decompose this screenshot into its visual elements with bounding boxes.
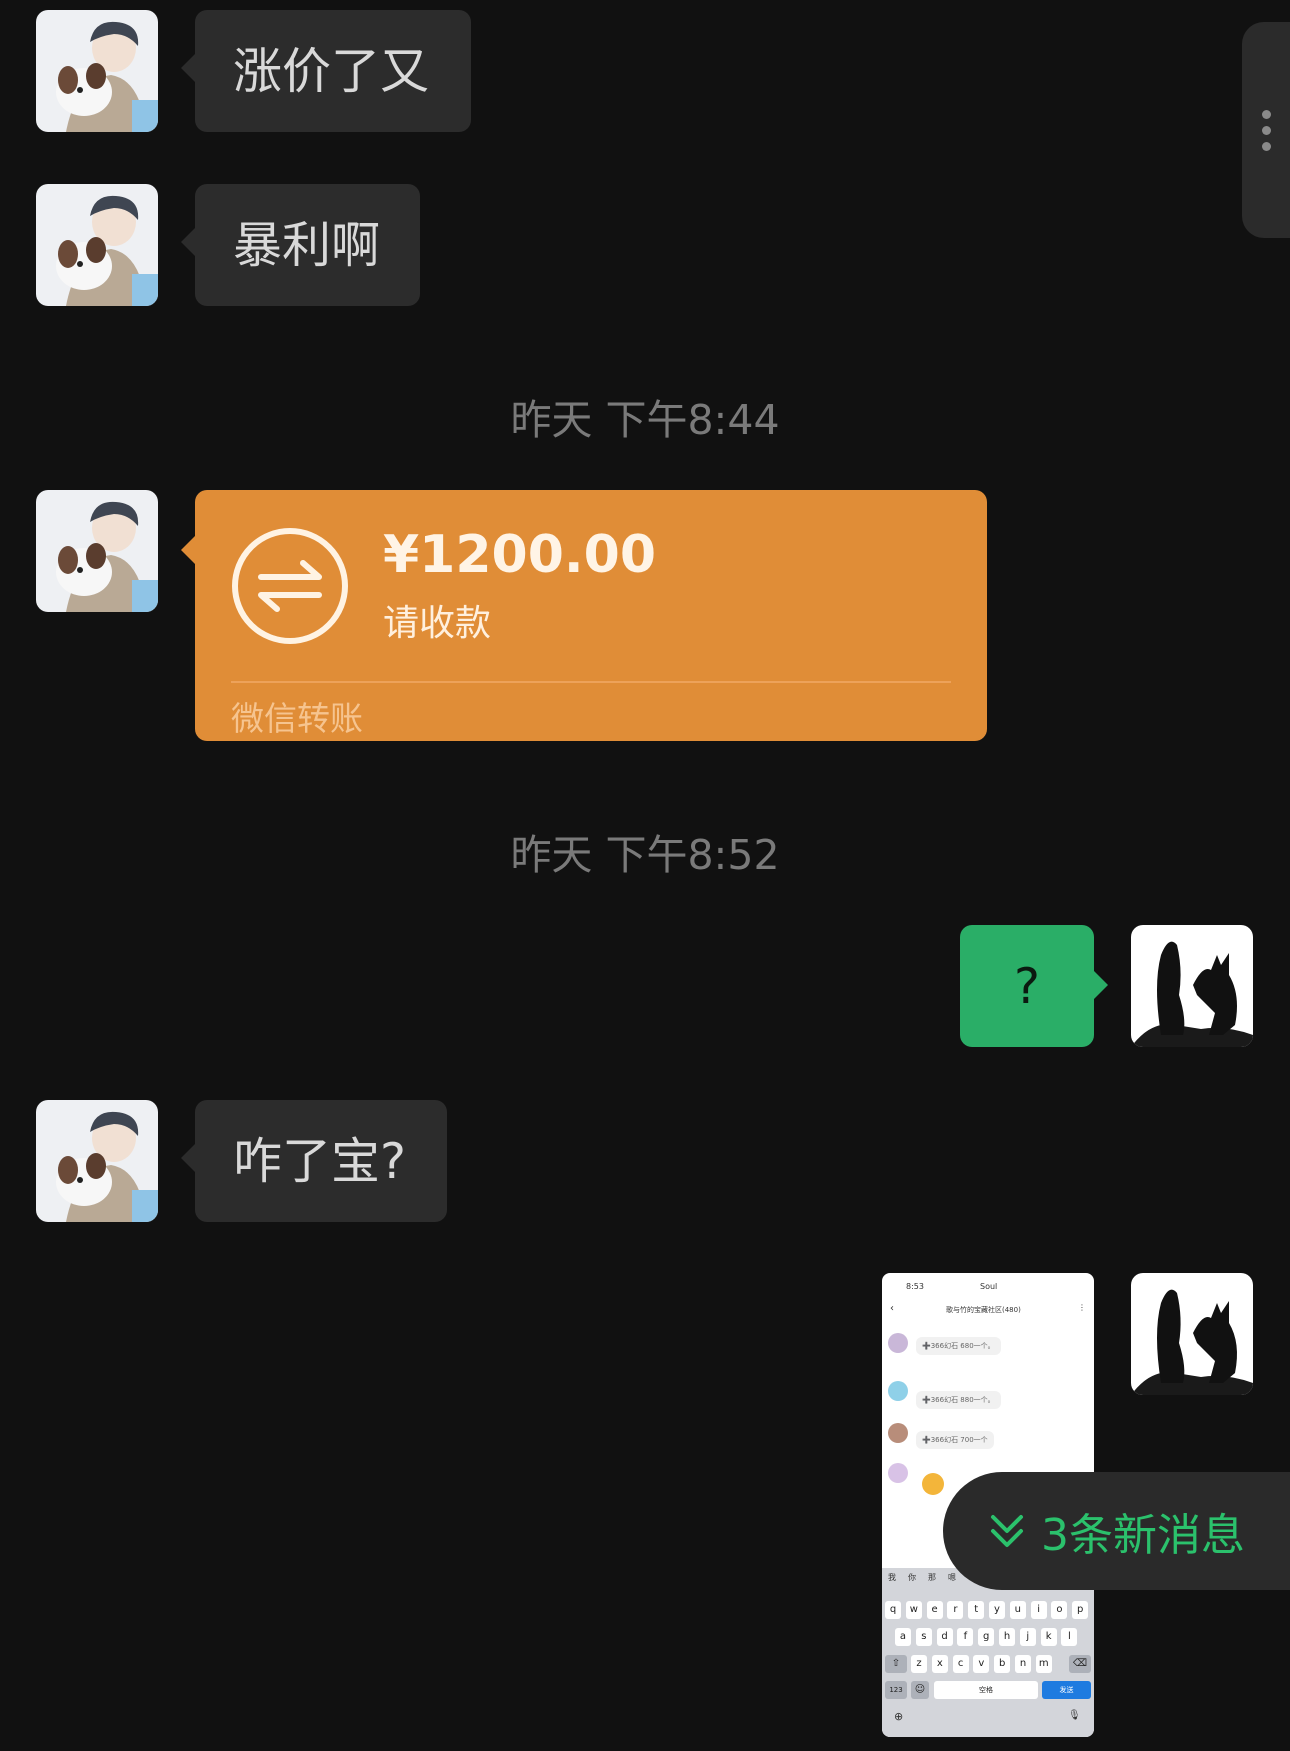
message-text: 咋了宝? [233, 1132, 407, 1190]
kb-suggestion: 我 [888, 1573, 896, 1582]
thumb-avatar [888, 1381, 908, 1401]
kb-key: l [1061, 1628, 1078, 1646]
transfer-status: 请收款 [383, 603, 492, 644]
kb-key: m [1035, 1655, 1052, 1673]
kb-key: i [1030, 1601, 1047, 1619]
transfer-amount: ¥1200.00 [383, 525, 657, 585]
contact-avatar[interactable] [36, 1100, 158, 1222]
kb-key: b [994, 1655, 1011, 1673]
my-avatar[interactable] [1131, 1273, 1253, 1395]
kb-delete-key: ⌫ [1069, 1655, 1091, 1673]
kb-suggestion: 嗯 [948, 1573, 956, 1582]
thumb-avatar [888, 1333, 908, 1353]
double-chevron-down-icon [991, 1515, 1023, 1547]
kb-key: t [968, 1601, 985, 1619]
transfer-icon [232, 528, 348, 644]
kb-key: v [973, 1655, 990, 1673]
kb-key: u [1009, 1601, 1026, 1619]
more-dot-icon [1262, 110, 1271, 119]
kb-key: h [999, 1628, 1015, 1646]
transfer-card[interactable]: ¥1200.00 请收款 微信转账 [181, 490, 987, 741]
kb-key: z [911, 1655, 927, 1673]
kb-emoji-key: ☺ [911, 1681, 929, 1699]
thumb-keyboard: 我 你 那 嗯 qwertyuiop asdfghjkl zxcvbnm ⇧ ⌫ 1… [882, 1568, 1094, 1737]
kb-key: x [931, 1655, 948, 1673]
message-timestamp: 昨天 下午8:44 [510, 396, 780, 444]
kb-key: e [926, 1601, 943, 1619]
kb-key: d [936, 1628, 953, 1646]
thumb-chat-title: 歌与竹的宝藏社区(480) [946, 1306, 1021, 1314]
more-dot-icon [1262, 142, 1271, 151]
message-text: ? [1013, 957, 1040, 1015]
kb-shift-key: ⇧ [885, 1655, 907, 1673]
received-message-bubble[interactable]: 涨价了又 [181, 10, 471, 132]
kb-123-key: 123 [885, 1681, 907, 1699]
kb-key: o [1051, 1601, 1068, 1619]
kb-key: n [1015, 1655, 1031, 1673]
contact-avatar[interactable] [36, 184, 158, 306]
sent-message-bubble[interactable]: ? [960, 925, 1108, 1047]
message-text: 暴利啊 [233, 216, 381, 274]
thumb-message: ➕366幻石 880一个。 [916, 1391, 1001, 1409]
more-dot-icon [1262, 126, 1271, 135]
thumb-back-icon: ‹ [890, 1303, 894, 1314]
my-avatar[interactable] [1131, 925, 1253, 1047]
new-messages-button[interactable]: 3条新消息 [943, 1472, 1290, 1590]
transfer-brand-label: 微信转账 [231, 699, 363, 738]
received-message-bubble[interactable]: 暴利啊 [181, 184, 420, 306]
kb-suggestion: 你 [908, 1573, 916, 1582]
thumb-avatar [888, 1423, 908, 1443]
thumb-message: ➕366幻石 700一个 [916, 1431, 994, 1449]
thumb-app-name: Soul [980, 1282, 998, 1291]
kb-key: f [957, 1628, 974, 1646]
contact-avatar[interactable] [36, 10, 158, 132]
divider [231, 681, 951, 683]
kb-key: q [885, 1601, 901, 1619]
message-text: 涨价了又 [233, 42, 430, 100]
contact-avatar[interactable] [36, 490, 158, 612]
kb-key: g [978, 1628, 995, 1646]
emoji-icon [922, 1473, 944, 1495]
kb-key: r [947, 1601, 964, 1619]
side-panel-handle[interactable] [1242, 22, 1290, 238]
kb-space-key: 空格 [934, 1681, 1038, 1699]
thumb-status-time: 8:53 [906, 1282, 924, 1291]
kb-key: w [905, 1601, 922, 1619]
kb-send-key: 发送 [1042, 1681, 1091, 1699]
kb-key: p [1072, 1601, 1089, 1619]
received-message-bubble[interactable]: 咋了宝? [181, 1100, 447, 1222]
kb-mic-icon: 🎙 [1068, 1710, 1081, 1721]
kb-key: a [895, 1628, 911, 1646]
thumb-more-icon: ⋮ [1078, 1303, 1086, 1312]
kb-key: s [915, 1628, 932, 1646]
kb-suggestion: 那 [928, 1573, 936, 1582]
thumb-message: ➕366幻石 680一个。 [916, 1337, 1001, 1355]
kb-key: k [1040, 1628, 1057, 1646]
message-timestamp: 昨天 下午8:52 [510, 831, 780, 879]
kb-key: c [952, 1655, 969, 1673]
thumb-avatar [888, 1463, 908, 1483]
kb-key: y [989, 1601, 1005, 1619]
kb-key: j [1019, 1628, 1036, 1646]
kb-globe-icon: ⊕ [894, 1710, 904, 1723]
new-messages-label: 3条新消息 [1041, 1510, 1245, 1561]
